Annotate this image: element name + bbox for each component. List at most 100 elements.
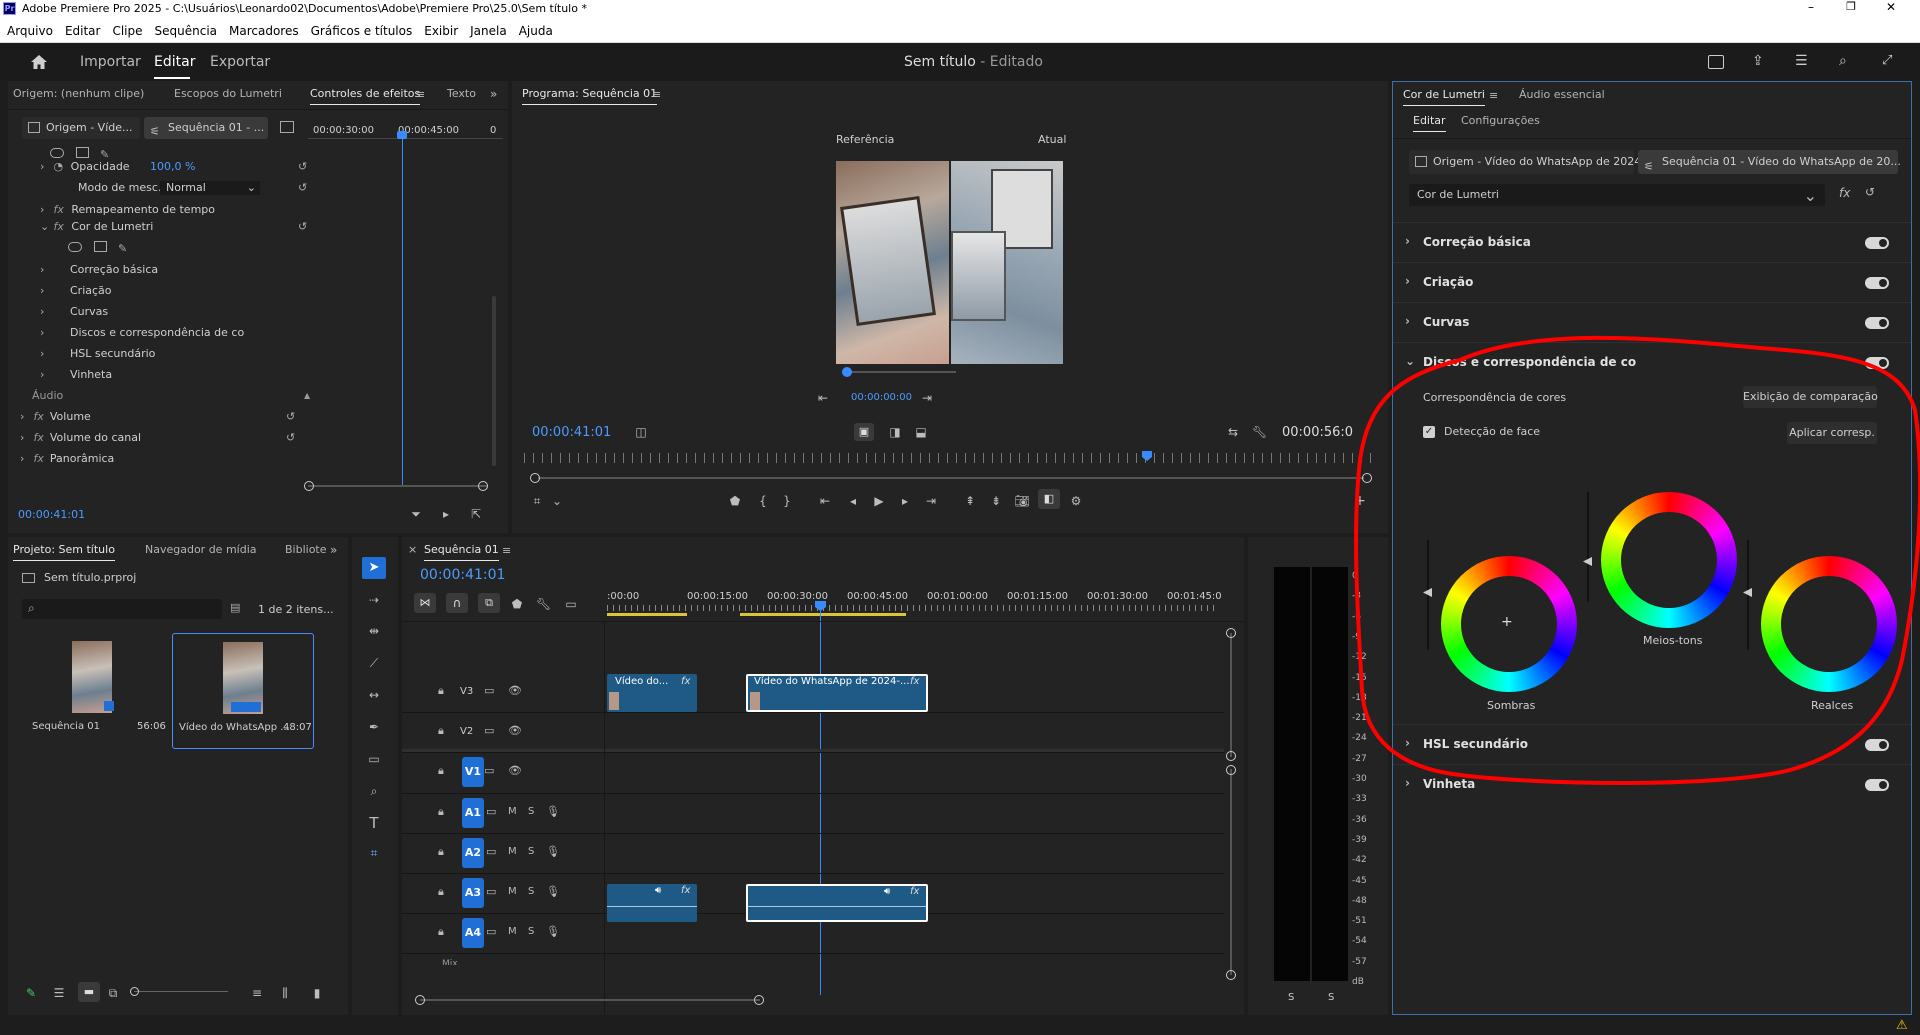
tab-lumetri-scopes[interactable]: Escopos do Lumetri <box>174 81 282 107</box>
menu-item[interactable]: Janela <box>470 24 507 38</box>
menu-item[interactable]: Clipe <box>112 24 142 38</box>
extract-icon[interactable]: ⇟ <box>988 493 1004 509</box>
track-target-v1[interactable]: V1 <box>462 757 484 787</box>
microphone-icon[interactable]: 🎙︎ <box>546 925 560 938</box>
new-folder-icon[interactable]: ▮ <box>310 985 324 1001</box>
lumetri-subsection-row[interactable]: › Correção básica <box>40 260 305 280</box>
audio-clip-selected[interactable]: 🔊︎ fx <box>746 884 928 922</box>
sync-lock-icon[interactable]: ▭ <box>484 724 494 737</box>
section-toggle[interactable] <box>1865 317 1889 329</box>
solo-button[interactable]: S <box>528 886 534 897</box>
sequence-clip-selector[interactable]: ⚟ Sequência 01 - ... <box>144 117 268 139</box>
step-back-icon[interactable]: ◂ <box>846 493 860 509</box>
lock-icon[interactable]: 🔒︎ <box>438 764 444 778</box>
add-button-icon[interactable]: + <box>1352 493 1368 509</box>
reset-icon[interactable]: ↺ <box>298 217 307 237</box>
video-clip[interactable]: Vídeo do... fx <box>607 674 697 712</box>
warning-icon[interactable]: ⚠ <box>1896 1018 1908 1033</box>
zoom-slider[interactable] <box>134 991 228 992</box>
sort-icon[interactable]: ≡ <box>250 985 264 1001</box>
subtab-edit[interactable]: Editar <box>1413 108 1446 134</box>
lift-icon[interactable]: ⇞ <box>962 493 978 509</box>
multicam-icon[interactable]: ⚙ <box>1068 493 1084 509</box>
chevron-down-icon[interactable]: ⌄ <box>550 493 564 509</box>
microphone-icon[interactable]: 🎙︎ <box>546 845 560 858</box>
tab-essential-sound[interactable]: Áudio essencial <box>1519 82 1605 108</box>
zoom-handle-left[interactable] <box>530 473 540 483</box>
mute-button[interactable]: M <box>508 806 517 817</box>
menu-item[interactable]: Ajuda <box>519 24 553 38</box>
audio-effect-row[interactable]: › fx Volume ↺ <box>20 407 305 427</box>
lumetri-subsection-row[interactable]: › Curvas <box>40 302 305 322</box>
sync-lock-icon[interactable]: ▭ <box>486 845 496 858</box>
lock-icon[interactable]: 🔒︎ <box>438 805 444 819</box>
midtones-slider[interactable] <box>1587 492 1589 602</box>
export-frame-icon[interactable]: 📷︎ <box>1014 493 1030 509</box>
go-to-out-icon[interactable]: ⇥ <box>924 493 938 509</box>
midtones-wheel[interactable] <box>1601 492 1737 628</box>
next-edit-icon[interactable]: ⇥ <box>920 390 934 406</box>
previous-edit-icon[interactable]: ⇤ <box>816 390 830 406</box>
step-forward-icon[interactable]: ▸ <box>898 493 912 509</box>
subtab-settings[interactable]: Configurações <box>1461 108 1540 134</box>
track-select-tool-icon[interactable]: ⇢ <box>366 592 382 608</box>
ec-timecode[interactable]: 00:00:41:01 <box>18 508 85 521</box>
sync-lock-icon[interactable]: ▭ <box>486 885 496 898</box>
reset-icon[interactable]: ↺ <box>1865 185 1875 199</box>
solo-button[interactable]: S <box>528 846 534 857</box>
solo-left-button[interactable]: S <box>1288 992 1294 1003</box>
add-marker-icon[interactable]: ⬟ <box>510 596 524 612</box>
side-by-side-button[interactable]: ▣ <box>854 423 874 441</box>
workspace-tab-import[interactable]: Importar <box>80 54 141 70</box>
automate-icon[interactable]: ⫼ <box>278 985 292 1001</box>
vscroll-handle[interactable] <box>1226 765 1236 775</box>
lumetri-sequence-clip-selector[interactable]: ⚟ Sequência 01 - Vídeo do WhatsApp de 20… <box>1638 150 1901 174</box>
list-view-icon[interactable]: ☰ <box>52 985 66 1001</box>
program-timecode[interactable]: 00:00:41:01 <box>532 425 611 440</box>
home-icon[interactable] <box>30 54 48 70</box>
blend-mode-select[interactable]: Normal ⌄ <box>160 181 260 195</box>
wrench-icon[interactable]: 🔧︎ <box>1252 424 1267 440</box>
ec-scrollbar[interactable] <box>492 296 496 466</box>
lumetri-source-clip-selector[interactable]: Origem - Vídeo do WhatsApp de 2024-... <box>1409 150 1656 174</box>
workspaces-menu-icon[interactable]: ☰ <box>1795 53 1811 69</box>
type-tool-icon[interactable]: T <box>366 815 382 831</box>
timeline-ruler[interactable]: :00:00 00:00:15:00 00:00:30:00 00:00:45:00 0… <box>607 589 1222 613</box>
section-toggle[interactable] <box>1865 357 1889 369</box>
vscroll-handle[interactable] <box>1226 970 1236 980</box>
section-toggle[interactable] <box>1865 237 1889 249</box>
sync-lock-icon[interactable]: ▭ <box>484 764 494 777</box>
work-area-bar[interactable] <box>740 613 906 616</box>
compare-scrub-handle[interactable] <box>842 367 852 377</box>
reset-icon[interactable]: ↺ <box>286 428 295 448</box>
program-ruler[interactable] <box>524 453 1374 463</box>
go-to-in-icon[interactable]: ⇤ <box>818 493 832 509</box>
comparison-view-button[interactable]: ◧ <box>1038 489 1060 509</box>
hscroll-handle[interactable] <box>415 995 425 1005</box>
menu-item[interactable]: Editar <box>65 24 101 38</box>
project-item-selected[interactable]: Vídeo do WhatsApp ... 48:07 <box>172 633 314 749</box>
vscroll-handle[interactable] <box>1226 751 1236 761</box>
section-toggle[interactable] <box>1865 277 1889 289</box>
opacity-row[interactable]: › ◔ Opacidade 100,0 % ↺ <box>40 157 315 177</box>
reset-icon[interactable]: ↺ <box>298 178 307 198</box>
captions-icon[interactable]: ▭ <box>564 596 578 612</box>
ec-zoom-handle-left[interactable] <box>304 481 314 491</box>
tab-libraries[interactable]: Bibliote <box>285 537 327 563</box>
sync-lock-icon[interactable]: ▭ <box>486 805 496 818</box>
source-clip-selector[interactable]: Origem - Víde... <box>22 117 140 139</box>
more-tabs-icon[interactable]: » <box>330 543 337 557</box>
close-tab-icon[interactable]: × <box>408 543 417 556</box>
stopwatch-icon[interactable]: ◔ <box>54 160 64 173</box>
hscroll-handle[interactable] <box>754 995 764 1005</box>
quick-export-icon[interactable] <box>1708 55 1724 69</box>
mark-out-icon[interactable]: } <box>780 493 794 509</box>
lumetri-subsection-row[interactable]: › Criação <box>40 281 305 301</box>
share-icon[interactable]: ⇪ <box>1752 53 1768 69</box>
track-target[interactable]: A3 <box>462 878 484 908</box>
track-target[interactable]: A4 <box>462 918 484 948</box>
panel-menu-icon[interactable]: ≡ <box>652 88 661 101</box>
export-icon[interactable]: ⇱ <box>468 506 484 522</box>
reset-icon[interactable]: ↺ <box>286 407 295 427</box>
zoom-slider-handle[interactable] <box>130 987 139 996</box>
